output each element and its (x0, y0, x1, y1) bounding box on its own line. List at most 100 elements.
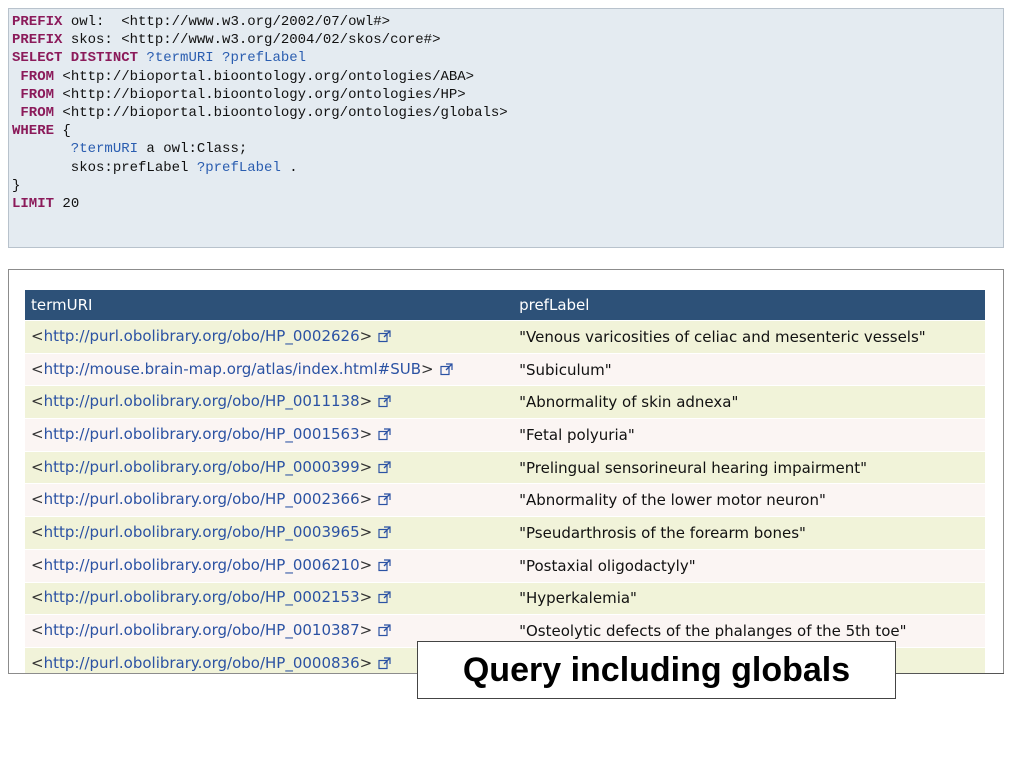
external-link-icon[interactable] (378, 329, 391, 347)
term-uri-link[interactable]: http://purl.obolibrary.org/obo/HP_000396… (44, 523, 360, 541)
external-link-icon[interactable] (439, 362, 453, 380)
query-keyword: WHERE (12, 123, 55, 140)
external-link-icon[interactable] (378, 558, 391, 576)
angle-bracket-close: > (359, 490, 373, 509)
query-line: ?termURI a owl:Class; (12, 140, 508, 158)
table-row: <http://purl.obolibrary.org/obo/HP_00026… (25, 320, 985, 354)
term-uri-cell: <http://purl.obolibrary.org/obo/HP_00003… (25, 450, 514, 484)
term-uri-cell: <http://purl.obolibrary.org/obo/HP_00026… (25, 320, 514, 354)
table-row: <http://purl.obolibrary.org/obo/HP_00015… (25, 418, 985, 452)
term-uri-link[interactable]: http://purl.obolibrary.org/obo/HP_000039… (44, 458, 360, 476)
external-link-icon[interactable] (378, 525, 391, 543)
query-text-segment: owl: <http://www.w3.org/2002/07/owl#> (62, 14, 391, 30)
angle-bracket-open: < (31, 359, 44, 378)
results-table: termURI prefLabel <http://purl.obolibrar… (25, 290, 985, 673)
query-text-segment: skos: <http://www.w3.org/2004/02/skos/co… (62, 32, 441, 49)
term-uri-cell: <http://mouse.brain-map.org/atlas/index.… (25, 352, 514, 386)
query-variable: ?termURI (12, 141, 139, 158)
query-line: FROM <http://bioportal.bioontology.org/o… (12, 86, 508, 104)
query-keyword: FROM (12, 104, 55, 121)
external-link-icon[interactable] (378, 394, 391, 412)
table-header-row: termURI prefLabel (25, 290, 985, 321)
term-uri-link[interactable]: http://mouse.brain-map.org/atlas/index.h… (44, 360, 421, 378)
angle-bracket-open: < (31, 392, 44, 411)
angle-bracket-close: > (359, 621, 373, 640)
angle-bracket-open: < (31, 621, 44, 640)
query-line: } (12, 177, 508, 195)
query-text-segment: . (280, 159, 298, 176)
table-row: <http://purl.obolibrary.org/obo/HP_00023… (25, 483, 985, 517)
query-keyword: SELECT DISTINCT (12, 50, 139, 67)
query-keyword: FROM (12, 68, 55, 85)
query-text-segment: <http://bioportal.bioontology.org/ontolo… (54, 104, 508, 121)
angle-bracket-open: < (31, 424, 44, 443)
term-uri-link[interactable]: http://purl.obolibrary.org/obo/HP_001113… (44, 392, 360, 410)
column-header-termuri[interactable]: termURI (25, 290, 514, 321)
query-line: PREFIX skos: <http://www.w3.org/2004/02/… (12, 31, 508, 49)
slide-caption: Query including globals (417, 641, 896, 699)
caption-divider (896, 673, 1004, 674)
angle-bracket-open: < (31, 490, 44, 509)
angle-bracket-close: > (359, 555, 373, 574)
query-text-segment: 20 (54, 195, 80, 212)
term-uri-cell: <http://purl.obolibrary.org/obo/HP_00015… (25, 418, 514, 452)
term-uri-cell: <http://purl.obolibrary.org/obo/HP_00021… (25, 581, 514, 615)
angle-bracket-close: > (359, 522, 373, 541)
external-link-icon[interactable] (378, 427, 391, 445)
angle-bracket-close: > (359, 326, 373, 345)
query-text-segment: { (54, 123, 71, 140)
term-uri-link[interactable]: http://purl.obolibrary.org/obo/HP_000262… (44, 327, 360, 345)
term-uri-cell: <http://purl.obolibrary.org/obo/HP_00039… (25, 516, 514, 550)
query-line: skos:prefLabel ?prefLabel . (12, 159, 508, 177)
term-uri-link[interactable]: http://purl.obolibrary.org/obo/HP_000215… (44, 588, 360, 606)
pref-label-cell: "Hyperkalemia" (513, 581, 985, 615)
query-line: FROM <http://bioportal.bioontology.org/o… (12, 104, 508, 122)
external-link-icon[interactable] (378, 590, 391, 608)
query-text-segment: } (12, 177, 21, 194)
query-variable: ?prefLabel (196, 159, 281, 176)
angle-bracket-close: > (359, 588, 373, 607)
query-line: PREFIX owl: <http://www.w3.org/2002/07/o… (12, 13, 508, 31)
term-uri-link[interactable]: http://purl.obolibrary.org/obo/HP_000083… (44, 654, 360, 672)
term-uri-cell: <http://purl.obolibrary.org/obo/HP_00023… (25, 483, 514, 517)
external-link-icon[interactable] (378, 656, 391, 673)
table-row: <http://mouse.brain-map.org/atlas/index.… (25, 352, 985, 386)
query-variable: ?termURI ?prefLabel (138, 50, 307, 67)
angle-bracket-open: < (31, 588, 44, 607)
query-text-segment: a owl:Class; (138, 141, 248, 158)
table-row: <http://purl.obolibrary.org/obo/HP_00111… (25, 385, 985, 419)
external-link-icon[interactable] (378, 623, 391, 641)
external-link-icon[interactable] (378, 492, 391, 510)
table-row: <http://purl.obolibrary.org/obo/HP_00062… (25, 548, 985, 582)
query-text-segment: <http://bioportal.bioontology.org/ontolo… (54, 68, 475, 85)
angle-bracket-open: < (31, 326, 44, 345)
angle-bracket-close: > (421, 359, 434, 378)
query-line: SELECT DISTINCT ?termURI ?prefLabel (12, 49, 508, 67)
column-header-preflabel[interactable]: prefLabel (513, 290, 985, 321)
term-uri-link[interactable]: http://purl.obolibrary.org/obo/HP_000621… (44, 556, 360, 574)
query-panel[interactable]: PREFIX owl: <http://www.w3.org/2002/07/o… (8, 8, 1004, 248)
pref-label-cell: "Abnormality of the lower motor neuron" (513, 483, 985, 517)
query-line: LIMIT 20 (12, 195, 508, 213)
angle-bracket-open: < (31, 457, 44, 476)
angle-bracket-close: > (359, 653, 373, 672)
angle-bracket-open: < (31, 653, 44, 672)
query-keyword: PREFIX (12, 14, 63, 30)
query-keyword: PREFIX (12, 32, 63, 49)
query-text-segment: skos:prefLabel (12, 159, 197, 176)
angle-bracket-close: > (359, 424, 373, 443)
external-link-icon[interactable] (378, 460, 391, 478)
angle-bracket-open: < (31, 522, 44, 541)
term-uri-link[interactable]: http://purl.obolibrary.org/obo/HP_000236… (44, 490, 360, 508)
term-uri-link[interactable]: http://purl.obolibrary.org/obo/HP_001038… (44, 621, 360, 639)
sparql-query: PREFIX owl: <http://www.w3.org/2002/07/o… (12, 13, 508, 213)
pref-label-cell: "Pseudarthrosis of the forearm bones" (513, 516, 985, 550)
results-panel: termURI prefLabel <http://purl.obolibrar… (8, 269, 1004, 674)
table-row: <http://purl.obolibrary.org/obo/HP_00021… (25, 581, 985, 615)
query-line: WHERE { (12, 122, 508, 140)
term-uri-link[interactable]: http://purl.obolibrary.org/obo/HP_000156… (44, 425, 360, 443)
angle-bracket-close: > (359, 392, 373, 411)
angle-bracket-close: > (359, 457, 373, 476)
table-row: <http://purl.obolibrary.org/obo/HP_00039… (25, 516, 985, 550)
pref-label-cell: "Abnormality of skin adnexa" (513, 385, 985, 419)
